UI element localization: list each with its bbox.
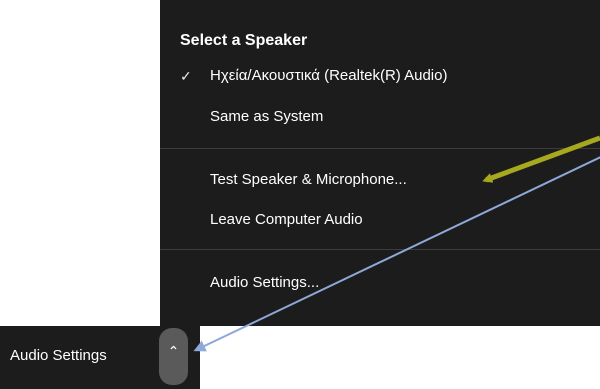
speaker-option-realtek[interactable]: ✓ Ηχεία/Ακουστικά (Realtek(R) Audio) <box>180 66 580 88</box>
menu-divider <box>160 249 600 250</box>
audio-settings-label[interactable]: Audio Settings <box>10 347 107 364</box>
chevron-up-icon: ⌃ <box>167 344 180 360</box>
audio-settings-menu-item[interactable]: Audio Settings... <box>180 273 580 295</box>
speaker-option-label: Same as System <box>210 108 324 125</box>
speaker-option-label: Ηχεία/Ακουστικά (Realtek(R) Audio) <box>210 67 448 84</box>
menu-item-label: Audio Settings... <box>210 274 320 291</box>
menu-item-label: Leave Computer Audio <box>210 211 363 228</box>
leave-computer-audio-item[interactable]: Leave Computer Audio <box>180 210 580 232</box>
speaker-option-same-as-system[interactable]: Same as System <box>180 107 580 129</box>
test-speaker-microphone-item[interactable]: Test Speaker & Microphone... <box>180 170 580 192</box>
select-speaker-heading: Select a Speaker <box>180 32 308 49</box>
checkmark-icon: ✓ <box>180 68 192 84</box>
audio-menu-chevron-button[interactable]: ⌃ <box>159 328 188 385</box>
menu-item-label: Test Speaker & Microphone... <box>210 171 407 188</box>
audio-toolbar: Audio Settings ⌃ <box>0 326 200 389</box>
speaker-menu: Select a Speaker ✓ Ηχεία/Ακουστικά (Real… <box>160 0 600 326</box>
menu-divider <box>160 148 600 149</box>
